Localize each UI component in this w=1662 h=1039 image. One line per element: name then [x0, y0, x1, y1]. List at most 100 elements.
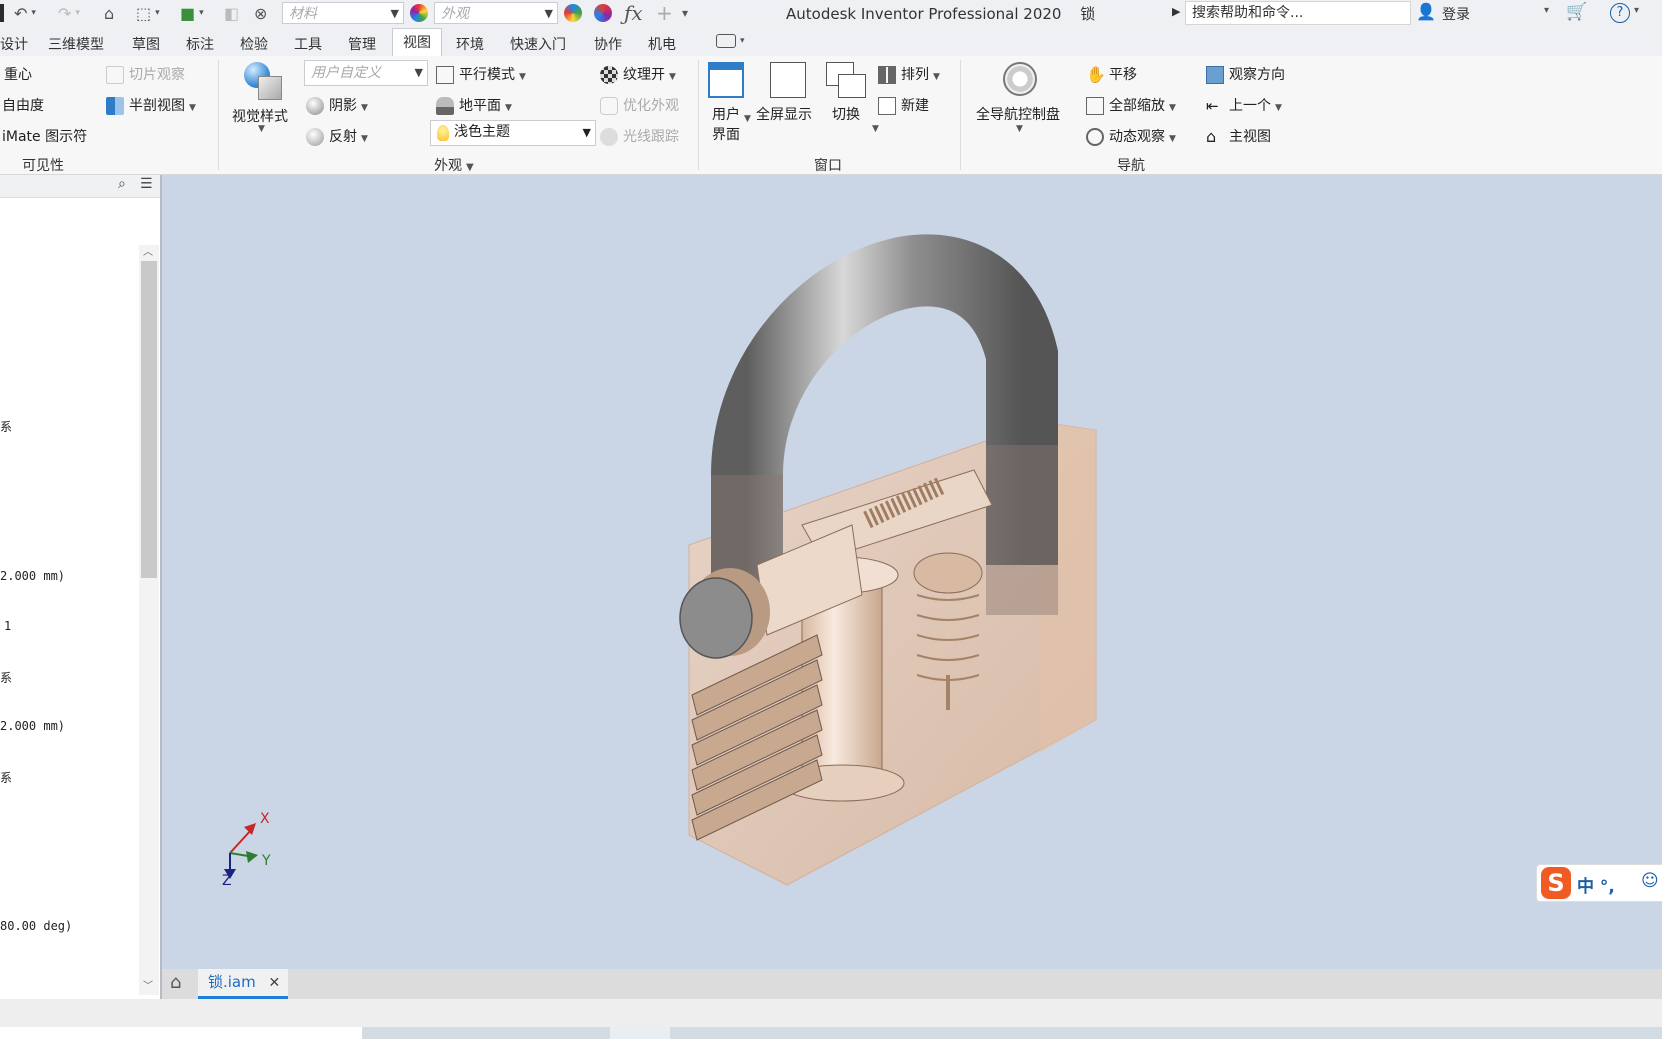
previous-view-button[interactable]: ⇤ 上一个 ▼ [1206, 95, 1282, 115]
tab-annotate[interactable]: 标注 [186, 34, 214, 54]
redo-icon[interactable]: ↷ ▾ [58, 3, 80, 23]
color-override-icon[interactable]: ■ ▾ [180, 3, 204, 23]
document-tab[interactable]: 锁.iam ✕ [198, 969, 288, 999]
tab-manage[interactable]: 管理 [348, 34, 376, 54]
new-window-button[interactable]: 新建 [878, 95, 929, 115]
graphics-viewport[interactable]: X Y Z S 中 °, ☺ [162, 175, 1662, 969]
switch-window-dropdown-icon[interactable]: ▼ [872, 124, 879, 134]
tab-view[interactable]: 视图 [392, 28, 442, 56]
view-representation-combo[interactable]: 用户自定义 ▼ [304, 60, 428, 86]
appearance-combo[interactable]: 外观 ▼ [434, 2, 558, 24]
user-interface-label-1[interactable]: 用户 [712, 104, 740, 124]
tab-collaborate[interactable]: 协作 [594, 34, 622, 54]
ribbon-display-icon[interactable] [716, 34, 736, 48]
emoji-icon[interactable]: ☺ [1641, 871, 1659, 891]
ground-plane-dropdown-icon[interactable]: ▼ [505, 103, 512, 113]
home-view-button[interactable]: ⌂ 主视图 [1206, 126, 1271, 146]
full-screen-button[interactable]: 全屏显示 [756, 104, 812, 124]
tab-3d-model[interactable]: 三维模型 [48, 34, 104, 54]
full-screen-icon[interactable] [770, 62, 806, 98]
half-section-button[interactable]: 半剖视图 ▼ [106, 95, 196, 115]
browser-line[interactable]: 系 [0, 669, 12, 686]
optimize-appearance-button[interactable]: 优化外观 [600, 95, 679, 115]
textures-dropdown-icon[interactable]: ▼ [669, 72, 676, 82]
dof-button[interactable]: 自由度 [2, 95, 44, 115]
zoom-all-button[interactable]: 全部缩放 ▼ [1086, 95, 1176, 115]
zoom-all-dropdown-icon[interactable]: ▼ [1169, 103, 1176, 113]
adjust-appearance-icon[interactable] [564, 4, 582, 22]
tab-environments[interactable]: 环境 [456, 34, 484, 54]
reflections-button[interactable]: 反射 ▼ [306, 126, 368, 146]
user-interface-label-2[interactable]: 界面 [712, 124, 740, 144]
previous-view-dropdown-icon[interactable]: ▼ [1275, 103, 1282, 113]
user-icon[interactable]: 👤 [1416, 2, 1436, 21]
login-link[interactable]: 登录 [1442, 4, 1470, 24]
arrange-button[interactable]: 排列 ▼ [878, 64, 940, 84]
orbit-dropdown-icon[interactable]: ▼ [1169, 134, 1176, 144]
nav-wheel-dropdown-icon[interactable]: ▼ [1016, 124, 1023, 134]
help-dropdown-icon[interactable]: ▾ [1634, 5, 1639, 16]
reflections-dropdown-icon[interactable]: ▼ [361, 134, 368, 144]
user-interface-dropdown-icon[interactable]: ▼ [744, 114, 751, 124]
look-at-button[interactable]: 观察方向 [1206, 64, 1285, 84]
imate-glyph-button[interactable]: iMate 图示符 [2, 126, 87, 146]
expand-search-icon[interactable]: ▶ [1172, 5, 1180, 18]
lock-model[interactable] [162, 175, 1662, 969]
cart-icon[interactable]: 🛒 [1566, 2, 1587, 22]
browser-line[interactable]: 系 [0, 418, 12, 435]
scroll-down-icon[interactable]: ﹀ [143, 977, 153, 992]
parallel-mode-button[interactable]: 平行模式 ▼ [436, 64, 526, 84]
half-section-dropdown-icon[interactable]: ▼ [189, 103, 196, 113]
slice-graphics-button[interactable]: 切片观察 [106, 64, 185, 84]
visual-style-dropdown-icon[interactable]: ▼ [258, 124, 265, 134]
home-tab-icon[interactable]: ⌂ [170, 972, 181, 993]
close-icon[interactable]: ✕ [269, 975, 281, 991]
menu-icon[interactable]: ☰ [140, 176, 153, 192]
nav-wheel-icon[interactable] [1003, 62, 1037, 96]
fx-icon[interactable]: ƒx [624, 1, 643, 25]
help-search-input[interactable]: 搜索帮助和命令... [1185, 1, 1411, 25]
tab-tools[interactable]: 工具 [294, 34, 322, 54]
tab-sketch[interactable]: 草图 [132, 34, 160, 54]
browser-line[interactable]: 2.000 mm) [0, 719, 65, 733]
adjust-icon[interactable]: ◧ [224, 3, 239, 23]
arrange-dropdown-icon[interactable]: ▼ [933, 72, 940, 82]
browser-line[interactable]: 80.00 deg) [0, 919, 72, 933]
appearance-icon[interactable] [410, 4, 428, 22]
shadows-dropdown-icon[interactable]: ▼ [361, 103, 368, 113]
clear-appearance-icon[interactable] [594, 4, 612, 22]
material-icon[interactable]: ⊗ [254, 3, 267, 23]
shadows-button[interactable]: 阴影 ▼ [306, 95, 368, 115]
appearance-group-label[interactable]: 外观 ▼ [434, 155, 474, 175]
lighting-style-combo[interactable]: 浅色主题 ▼ [430, 120, 596, 146]
visual-style-icon[interactable] [240, 62, 284, 102]
textures-on-button[interactable]: 纹理开 ▼ [600, 64, 676, 84]
visual-style-label[interactable]: 视觉样式 [232, 106, 288, 126]
parallel-mode-dropdown-icon[interactable]: ▼ [519, 72, 526, 82]
orbit-button[interactable]: 动态观察 ▼ [1086, 126, 1176, 146]
browser-line[interactable]: 系 [0, 769, 12, 786]
ray-tracing-button[interactable]: 光线跟踪 [600, 126, 679, 146]
browser-line[interactable]: 1 [4, 619, 11, 633]
pan-button[interactable]: ✋ 平移 [1086, 64, 1137, 84]
tab-get-started[interactable]: 快速入门 [510, 34, 566, 54]
tab-inspect[interactable]: 检验 [240, 34, 268, 54]
login-dropdown-icon[interactable]: ▾ [1544, 5, 1549, 16]
ground-plane-button[interactable]: 地平面 ▼ [436, 95, 512, 115]
add-icon[interactable]: + [656, 1, 673, 25]
center-of-gravity-button[interactable]: 重心 [4, 64, 32, 84]
search-icon[interactable]: ⌕ [118, 176, 126, 192]
browser-scroll-thumb[interactable] [141, 261, 157, 578]
ime-toolbar[interactable]: S 中 °, ☺ [1536, 864, 1662, 902]
browser-line[interactable]: 2.000 mm) [0, 569, 65, 583]
home-icon[interactable]: ⌂ [104, 3, 114, 23]
tab-electromechanical[interactable]: 机电 [648, 34, 676, 54]
scroll-up-icon[interactable]: ︿ [143, 243, 153, 258]
full-nav-wheel-button[interactable]: 全导航控制盘 [976, 104, 1060, 124]
customize-qat-icon[interactable]: ▾ [682, 3, 688, 23]
app-menu-edge[interactable] [0, 3, 4, 23]
tab-design[interactable]: 设计 [0, 34, 28, 54]
help-icon[interactable]: ? [1610, 3, 1630, 23]
undo-icon[interactable]: ↶ ▾ [14, 3, 36, 23]
ribbon-display-dropdown-icon[interactable]: ▾ [740, 36, 745, 46]
